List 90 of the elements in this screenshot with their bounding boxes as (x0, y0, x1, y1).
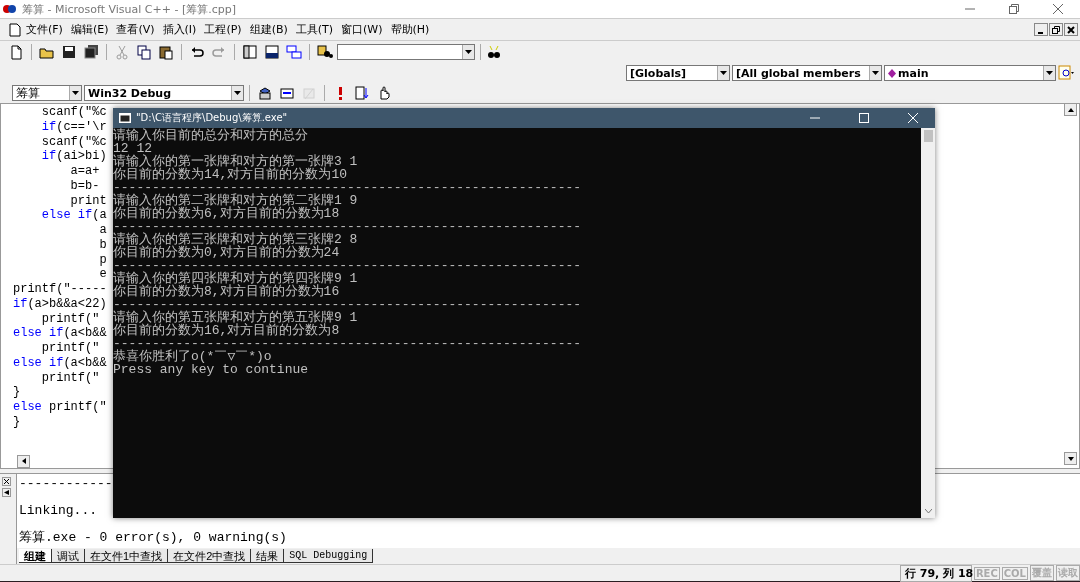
console-line: 请输入你的第一张牌和对方的第一张牌3 1 (113, 155, 359, 168)
code-line: b=b- (69, 178, 100, 194)
console-line: 12 12 (113, 142, 152, 155)
code-line: } (13, 414, 21, 430)
console-line: ------------------------------------------------------------ (113, 337, 583, 350)
menu-item[interactable]: 工具(T) (291, 22, 338, 37)
panel-tab[interactable]: 在文件2中查找 (168, 549, 252, 563)
diamond-icon (888, 68, 896, 78)
code-line: if(a>b&&a<22) (13, 296, 107, 312)
status-indicator: COL (1001, 566, 1028, 580)
scroll-left-icon[interactable] (17, 454, 30, 468)
code-line: a=a+ (69, 164, 100, 179)
code-line: printf(" (40, 341, 100, 356)
code-line: else if(a<b&& (13, 326, 107, 341)
collapse-button[interactable] (2, 488, 11, 497)
wizard-icon[interactable] (1058, 65, 1074, 81)
project-combo[interactable]: 筹算 (12, 85, 82, 101)
console-line: ------------------------------------------------------------ (113, 181, 583, 194)
console-line: 你目前的分数为6,对方目前的分数为18 (113, 207, 341, 220)
panel-window-icon[interactable] (240, 42, 260, 62)
menu-item[interactable]: 插入(I) (158, 22, 201, 37)
menu-item[interactable]: 窗口(W) (337, 22, 387, 37)
console-line: ------------------------------------------------------------ (113, 220, 583, 233)
configuration-combo[interactable]: Win32 Debug (84, 85, 244, 101)
code-line: scanf("%c (40, 134, 107, 150)
output-window-icon[interactable] (262, 42, 282, 62)
console-line: 请输入你目前的总分和对方的总分 (113, 129, 309, 142)
code-line: print (69, 193, 107, 209)
code-line: if(ai>bi) (40, 149, 107, 164)
output-line: ------------ (19, 476, 113, 491)
floppy-disks-icon[interactable] (81, 42, 101, 62)
console-line: 你目前的分数为14,对方目前的分数为10 (113, 168, 348, 181)
scroll-thumb[interactable] (923, 130, 933, 142)
status-indicator: REC (973, 566, 1000, 580)
code-line: b (98, 237, 107, 253)
code-line: else printf(" (13, 400, 107, 415)
menu-item[interactable]: 组建(B) (245, 22, 292, 37)
status-indicator: 覆盖 (1030, 565, 1054, 581)
code-line: else if(a<b&& (13, 355, 107, 371)
console-line: 请输入你的第二张牌和对方的第二张牌1 9 (113, 194, 359, 207)
windows-icon[interactable] (284, 42, 304, 62)
console-line: 你目前的分数为16,对方目前的分数为8 (113, 324, 341, 337)
code-line: printf(" (40, 370, 100, 386)
console-icon (119, 113, 131, 123)
console-line: Press any key to continue (113, 363, 310, 376)
app-logo-icon (2, 3, 18, 15)
panel-tab[interactable]: 调试 (52, 549, 85, 563)
class-combo[interactable]: [Globals] (626, 65, 730, 81)
code-line: a (98, 223, 107, 238)
filter-combo[interactable]: [All global members (732, 65, 882, 81)
code-line: else if(a (40, 208, 107, 223)
output-line: Linking... (19, 503, 97, 518)
code-line: printf(" (40, 311, 100, 327)
window-title: 筹算 - Microsoft Visual C++ - [筹算.cpp] (22, 1, 238, 17)
console-line: ------------------------------------------------------------ (113, 259, 583, 272)
panel-tab[interactable]: SQL Debugging (284, 549, 374, 563)
console-line: ------------------------------------------------------------ (113, 298, 583, 311)
console-line: 恭喜你胜利了o(*￣▽￣*)o (113, 350, 272, 363)
scroll-down-icon[interactable] (1064, 452, 1077, 465)
code-line: printf("----- (13, 282, 107, 297)
console-line: 请输入你的第四张牌和对方的第四张牌9 1 (113, 272, 359, 285)
find-combo[interactable] (337, 44, 475, 60)
console-line: 你目前的分数为8,对方目前的分数为16 (113, 285, 341, 298)
close-button[interactable] (2, 477, 11, 486)
panel-tab[interactable]: 结果 (251, 549, 285, 563)
menu-item[interactable]: 编辑(E) (66, 22, 113, 37)
scroll-up-icon[interactable] (1064, 103, 1077, 116)
cursor-position: 行 79, 列 18 (899, 564, 972, 582)
status-indicator: 读取 (1056, 565, 1080, 581)
console-line: 请输入你的第三张牌和对方的第三张牌2 8 (113, 233, 359, 246)
code-line: if(c=='\r (40, 119, 107, 135)
panel-tab[interactable]: 组建 (19, 549, 52, 563)
console-line: 请输入你的第五张牌和对方的第五张牌9 1 (113, 311, 359, 324)
menu-item[interactable]: 帮助(H) (386, 22, 434, 37)
panel-tab[interactable]: 在文件1中查找 (85, 549, 169, 563)
menu-item[interactable]: 文件(F) (22, 22, 67, 37)
member-combo[interactable]: main (884, 65, 1056, 81)
console-line: 你目前的分数为0,对方目前的分数为24 (113, 246, 341, 259)
maximize-icon[interactable] (859, 113, 869, 123)
document-icon[interactable] (8, 22, 22, 37)
console-title: "D:\C语言程序\Debug\筹算.exe" (136, 111, 289, 125)
code-line: p (98, 252, 107, 268)
binoculars-icon[interactable] (486, 44, 502, 60)
code-line: } (13, 385, 21, 400)
code-line: scanf("%c (40, 105, 107, 120)
menu-item[interactable]: 查看(V) (112, 22, 159, 37)
code-line: e (98, 267, 107, 282)
copy-icon[interactable] (134, 42, 154, 62)
output-line: 筹算.exe - 0 error(s), 0 warning(s) (19, 530, 287, 545)
menu-item[interactable]: 工程(P) (200, 22, 246, 37)
